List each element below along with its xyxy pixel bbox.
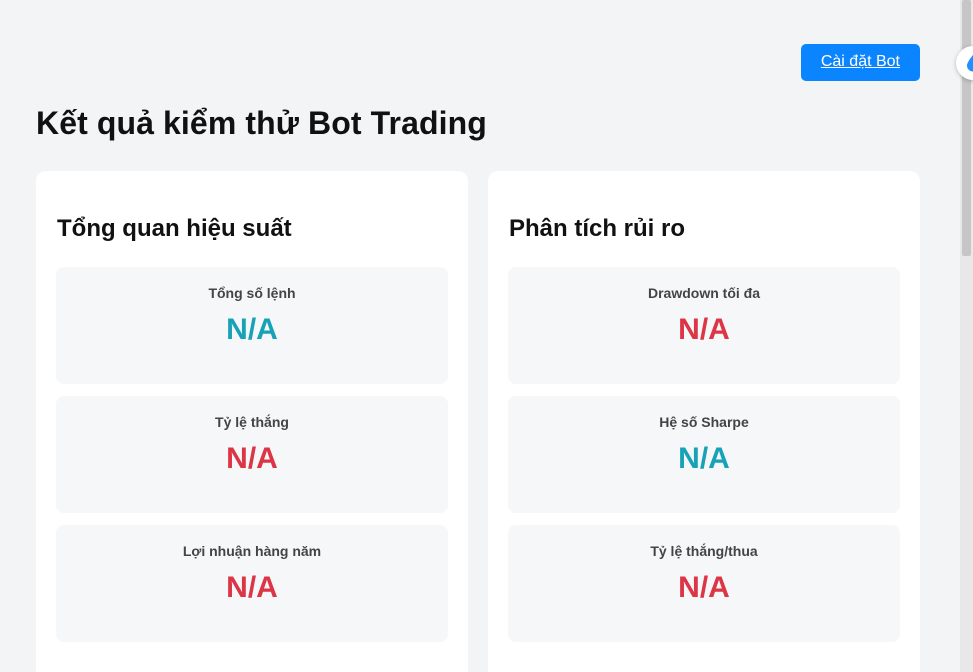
- metric-label: Hệ số Sharpe: [659, 414, 749, 430]
- risk-analysis-panel: Phân tích rủi ro Drawdown tối đa N/A Hệ …: [488, 171, 920, 672]
- scrollbar-thumb[interactable]: [962, 0, 971, 256]
- metric-value: N/A: [678, 442, 730, 475]
- bot-settings-button[interactable]: Cài đặt Bot: [800, 44, 920, 81]
- metric-label: Lợi nhuận hàng năm: [182, 543, 322, 559]
- top-bar: Cài đặt Bot: [36, 0, 920, 81]
- metric-value: N/A: [678, 313, 730, 346]
- panel-title: Tổng quan hiệu suất: [57, 215, 292, 242]
- metric-sharpe-ratio: Hệ số Sharpe N/A: [508, 396, 900, 513]
- panels: Tổng quan hiệu suất Tổng số lệnh N/A Tỷ …: [36, 171, 920, 672]
- vertical-scrollbar[interactable]: [960, 0, 973, 672]
- performance-overview-panel: Tổng quan hiệu suất Tổng số lệnh N/A Tỷ …: [36, 171, 468, 672]
- metric-label: Tỷ lệ thắng/thua: [650, 543, 758, 559]
- panel-title: Phân tích rủi ro: [509, 215, 686, 242]
- metric-label: Tỷ lệ thắng: [215, 414, 289, 430]
- metric-label: Drawdown tối đa: [648, 285, 760, 301]
- metric-label: Tổng số lệnh: [208, 285, 296, 301]
- page: Cài đặt Bot Kết quả kiểm thử Bot Trading…: [0, 0, 960, 672]
- metric-win-rate: Tỷ lệ thắng N/A: [56, 396, 448, 513]
- metric-value: N/A: [226, 442, 278, 475]
- metric-max-drawdown: Drawdown tối đa N/A: [508, 267, 900, 384]
- metric-total-orders: Tổng số lệnh N/A: [56, 267, 448, 384]
- metric-value: N/A: [226, 571, 278, 604]
- droplet-icon: [967, 55, 973, 72]
- metric-win-loss-ratio: Tỷ lệ thắng/thua N/A: [508, 525, 900, 642]
- metric-annual-return: Lợi nhuận hàng năm N/A: [56, 525, 448, 642]
- metric-value: N/A: [226, 313, 278, 346]
- page-title: Kết quả kiểm thử Bot Trading: [36, 105, 487, 141]
- metric-value: N/A: [678, 571, 730, 604]
